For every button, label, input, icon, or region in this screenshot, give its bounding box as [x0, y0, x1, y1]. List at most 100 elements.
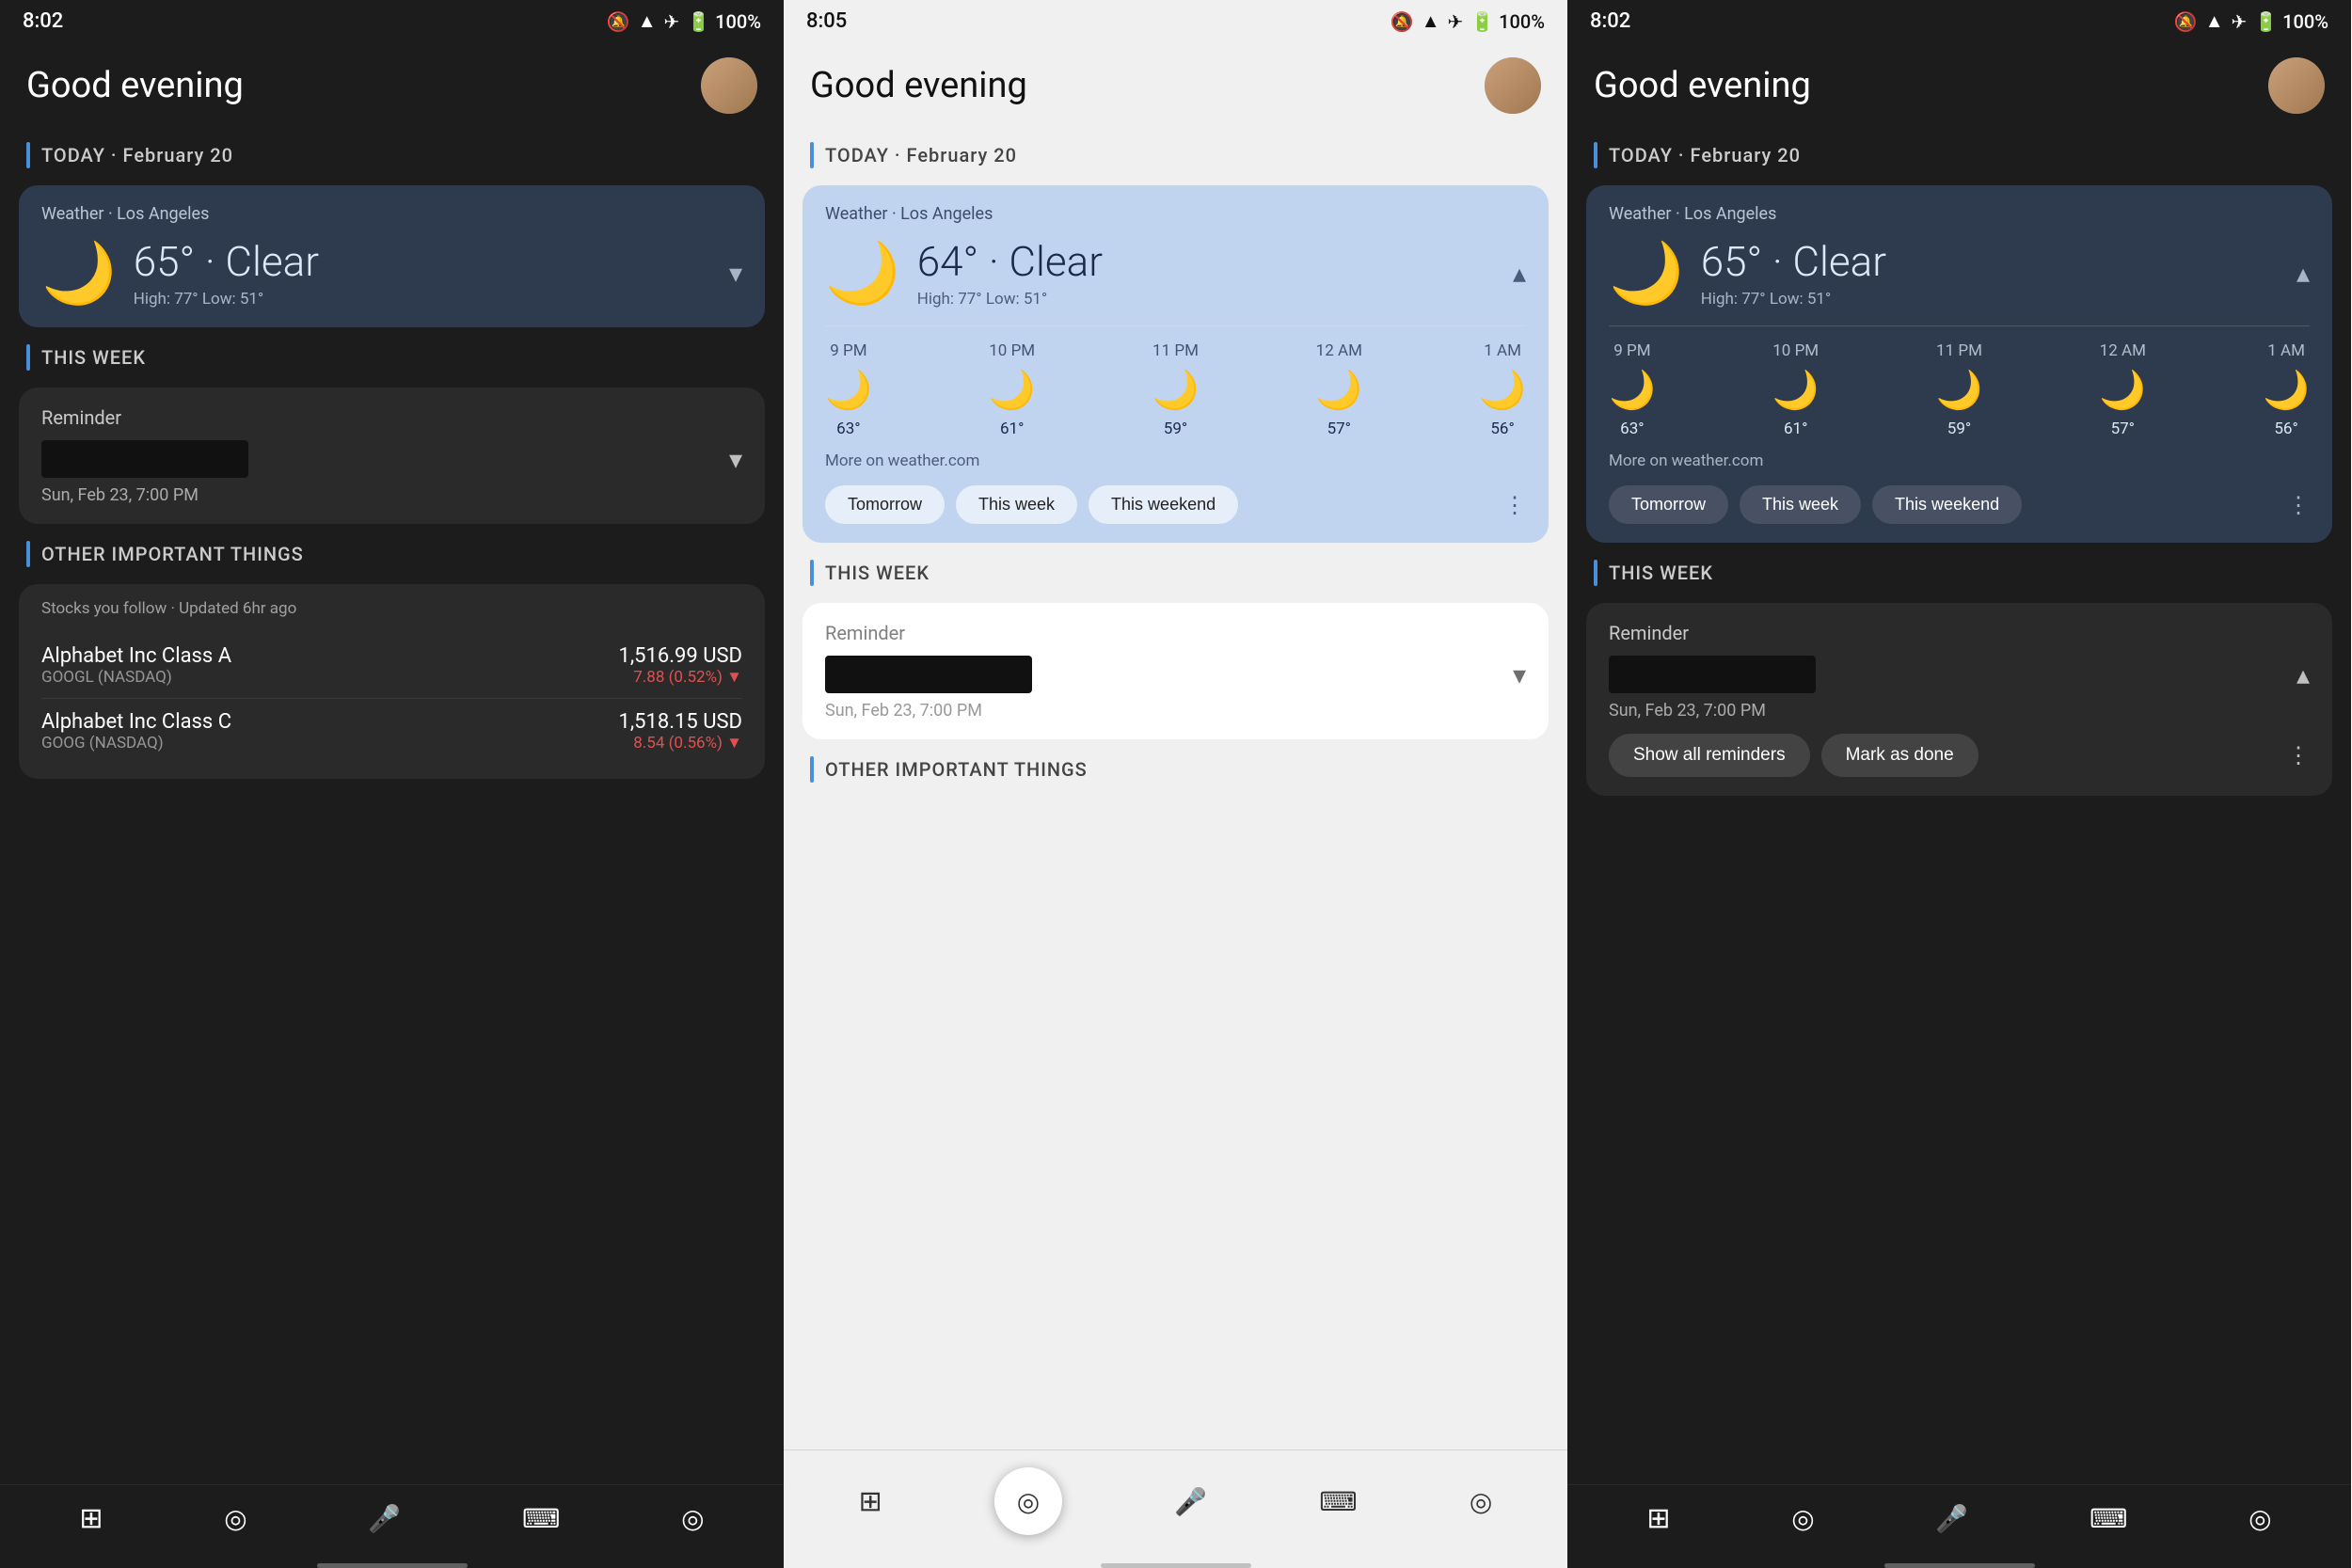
- section-bar-today-1: [26, 142, 30, 168]
- nav-mic-2[interactable]: 🎤: [1174, 1486, 1207, 1517]
- hour-10pm-3: 10 PM 🌙 61°: [1772, 341, 1820, 438]
- battery-icon-3: 🔋 100%: [2254, 10, 2328, 33]
- chevron-up-icon-reminder-3[interactable]: ▴: [2296, 659, 2310, 690]
- compass-icon-1: ◎: [681, 1503, 704, 1534]
- chevron-up-icon-3[interactable]: ▴: [2296, 258, 2310, 289]
- reminder-label-3: Reminder: [1609, 622, 2310, 644]
- weather-main-2: 🌙 64° · Clear High: 77° Low: 51° ▴: [825, 237, 1526, 309]
- other-important-section-1: OTHER IMPORTANT THINGS: [0, 531, 784, 577]
- stock-item-goog[interactable]: Alphabet Inc Class C GOOG (NASDAQ) 1,518…: [41, 699, 742, 764]
- tab-tomorrow-2[interactable]: Tomorrow: [825, 485, 945, 524]
- weather-card-3[interactable]: Weather · Los Angeles 🌙 65° · Clear High…: [1586, 185, 2332, 543]
- weather-hilo-1: High: 77° Low: 51°: [134, 290, 319, 309]
- nav-home-3[interactable]: ⊞: [1646, 1502, 1670, 1535]
- weather-source-3: Weather · Los Angeles: [1609, 204, 2310, 224]
- reminder-date-1: Sun, Feb 23, 7:00 PM: [41, 485, 742, 505]
- nav-compass-2[interactable]: ◎: [1470, 1486, 1492, 1517]
- avatar-3[interactable]: [2268, 57, 2325, 114]
- home-icon-3: ⊞: [1646, 1502, 1670, 1535]
- stock-price-goog: 1,518.15 USD 8.54 (0.56%) ▼: [618, 710, 742, 752]
- tab-this-week-3[interactable]: This week: [1740, 485, 1861, 524]
- stock-info-goog: Alphabet Inc Class C GOOG (NASDAQ): [41, 710, 231, 752]
- section-bar-week-3: [1594, 560, 1597, 586]
- reminder-card-3[interactable]: Reminder ▴ Sun, Feb 23, 7:00 PM Show all…: [1586, 603, 2332, 796]
- more-icon-reminder-3[interactable]: ⋮: [2287, 742, 2310, 768]
- wifi-icon-1: ▲: [638, 9, 657, 33]
- avatar-1[interactable]: [701, 57, 757, 114]
- home-indicator-3: [1884, 1563, 2035, 1568]
- nav-compass-3[interactable]: ◎: [2249, 1503, 2271, 1534]
- section-bar-week-2: [810, 560, 814, 586]
- tab-this-weekend-2[interactable]: This weekend: [1089, 485, 1238, 524]
- tab-tomorrow-3[interactable]: Tomorrow: [1609, 485, 1728, 524]
- time-2: 8:05: [806, 9, 847, 33]
- other-label-1: OTHER IMPORTANT THINGS: [41, 543, 304, 565]
- tab-this-week-2[interactable]: This week: [956, 485, 1077, 524]
- weather-info-2: 64° · Clear High: 77° Low: 51°: [917, 237, 1103, 309]
- lens-icon-2: ◎: [1017, 1486, 1040, 1517]
- tab-this-weekend-3[interactable]: This weekend: [1872, 485, 2022, 524]
- stock-item-googl[interactable]: Alphabet Inc Class A GOOGL (NASDAQ) 1,51…: [41, 633, 742, 699]
- bottom-nav-3: ⊞ ◎ 🎤 ⌨ ◎: [1567, 1484, 2351, 1558]
- hour-9pm-2: 9 PM 🌙 63°: [825, 341, 872, 438]
- stock-ticker-googl: GOOGL (NASDAQ): [41, 668, 231, 687]
- home-indicator-2: [1101, 1563, 1251, 1568]
- nav-keyboard-3[interactable]: ⌨: [2090, 1503, 2127, 1534]
- section-bar-other-2: [810, 756, 814, 783]
- chevron-up-icon-2[interactable]: ▴: [1513, 258, 1526, 289]
- weather-card-1[interactable]: Weather · Los Angeles 🌙 65° · Clear High…: [19, 185, 765, 327]
- nav-keyboard-1[interactable]: ⌨: [522, 1503, 560, 1534]
- nav-home-1[interactable]: ⊞: [79, 1502, 103, 1535]
- this-week-section-1: THIS WEEK: [0, 335, 784, 380]
- section-bar-week-1: [26, 344, 30, 371]
- weather-left-2: 🌙 64° · Clear High: 77° Low: 51°: [825, 237, 1103, 309]
- today-label-3: TODAY · February 20: [1609, 144, 1801, 166]
- time-1: 8:02: [23, 9, 63, 33]
- panel-2: 8:05 🔕 ▲ ✈ 🔋 100% Good evening TODAY · F…: [784, 0, 1567, 1568]
- nav-lens-1[interactable]: ◎: [224, 1503, 246, 1534]
- panel-3: 8:02 🔕 ▲ ✈ 🔋 100% Good evening TODAY · F…: [1567, 0, 2351, 1568]
- mark-as-done-button[interactable]: Mark as done: [1821, 734, 1979, 777]
- hour-12am-2: 12 AM 🌙 57°: [1315, 341, 1362, 438]
- moon-icon-2: 🌙: [825, 238, 900, 309]
- hour-11pm-3: 11 PM 🌙 59°: [1936, 341, 1983, 438]
- weather-link-2[interactable]: More on weather.com: [825, 451, 1526, 470]
- stock-price-val-googl: 1,516.99 USD: [618, 644, 742, 668]
- more-icon-3[interactable]: ⋮: [2287, 492, 2310, 518]
- nav-keyboard-2[interactable]: ⌨: [1319, 1486, 1357, 1517]
- airplane-icon-3: ✈: [2232, 10, 2248, 33]
- weather-tabs-2: Tomorrow This week This weekend ⋮: [825, 485, 1526, 524]
- weather-temp-3: 65° · Clear: [1701, 237, 1886, 286]
- nav-lens-2[interactable]: ◎: [994, 1467, 1062, 1535]
- bottom-nav-2: ⊞ ◎ 🎤 ⌨ ◎: [784, 1449, 1567, 1558]
- header-2: Good evening: [784, 42, 1567, 133]
- reminder-card-2[interactable]: Reminder ▾ Sun, Feb 23, 7:00 PM: [803, 603, 1549, 739]
- nav-compass-1[interactable]: ◎: [681, 1503, 704, 1534]
- weather-source-2: Weather · Los Angeles: [825, 204, 1526, 224]
- reminder-title-1: [41, 440, 248, 478]
- reminder-label-1: Reminder: [41, 406, 742, 429]
- weather-link-3[interactable]: More on weather.com: [1609, 451, 2310, 470]
- avatar-2[interactable]: [1485, 57, 1541, 114]
- reminder-row-2: ▾: [825, 656, 1526, 693]
- weather-tabs-3: Tomorrow This week This weekend ⋮: [1609, 485, 2310, 524]
- airplane-icon-2: ✈: [1448, 10, 1464, 33]
- chevron-down-icon-reminder-1[interactable]: ▾: [729, 444, 742, 475]
- nav-mic-3[interactable]: 🎤: [1935, 1503, 1968, 1534]
- nav-home-2[interactable]: ⊞: [859, 1485, 882, 1518]
- more-icon-2[interactable]: ⋮: [1503, 492, 1526, 518]
- reminder-card-1[interactable]: Reminder ▾ Sun, Feb 23, 7:00 PM: [19, 388, 765, 524]
- chevron-down-icon-1[interactable]: ▾: [729, 258, 742, 289]
- chevron-down-icon-reminder-2[interactable]: ▾: [1513, 659, 1526, 690]
- nav-mic-1[interactable]: 🎤: [368, 1503, 401, 1534]
- status-icons-1: 🔕 ▲ ✈ 🔋 100%: [607, 9, 761, 33]
- this-week-label-3: THIS WEEK: [1609, 562, 1713, 584]
- weather-card-2[interactable]: Weather · Los Angeles 🌙 64° · Clear High…: [803, 185, 1549, 543]
- wifi-icon-3: ▲: [2205, 9, 2224, 33]
- show-all-reminders-button[interactable]: Show all reminders: [1609, 734, 1810, 777]
- nav-lens-3[interactable]: ◎: [1791, 1503, 1814, 1534]
- weather-temp-1: 65° · Clear: [134, 237, 319, 286]
- status-icons-3: 🔕 ▲ ✈ 🔋 100%: [2174, 9, 2328, 33]
- keyboard-icon-2: ⌨: [1319, 1486, 1357, 1517]
- header-1: Good evening: [0, 42, 784, 133]
